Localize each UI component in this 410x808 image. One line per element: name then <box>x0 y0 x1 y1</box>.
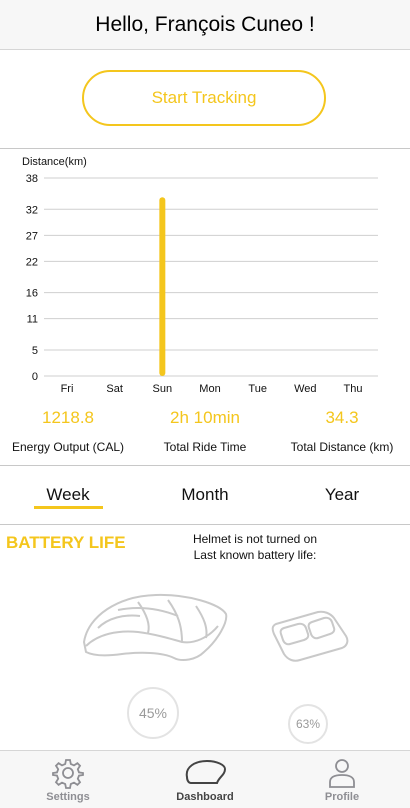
x-tick-label: Tue <box>248 383 267 395</box>
y-tick-label: 27 <box>26 230 38 242</box>
tab-profile-label: Profile <box>324 791 360 803</box>
y-tick-label: 16 <box>26 288 38 300</box>
tab-dashboard-label: Dashboard <box>176 791 234 803</box>
helmet-battery-percent: 45% <box>127 687 179 739</box>
total-ride-time-label: Total Ride Time <box>163 440 247 454</box>
app-header: Hello, François Cuneo ! <box>0 0 410 50</box>
selected-tab-indicator <box>34 506 103 509</box>
y-tick-label: 0 <box>32 371 38 383</box>
tab-week[interactable]: Week <box>46 485 89 505</box>
person-icon <box>329 759 355 788</box>
energy-output-value: 1218.8 <box>42 408 94 427</box>
greeting-title: Hello, François Cuneo ! <box>95 12 315 36</box>
total-distance-value: 34.3 <box>325 408 359 427</box>
divider <box>0 465 410 466</box>
y-axis-label: Distance(km) <box>22 156 87 168</box>
x-tick-label: Sat <box>106 383 123 395</box>
x-tick-label: Sun <box>153 383 173 395</box>
divider <box>0 524 410 525</box>
start-tracking-button[interactable]: Start Tracking <box>82 70 326 126</box>
tab-month[interactable]: Month <box>181 485 228 505</box>
remote-battery-percent: 63% <box>288 704 328 744</box>
bottom-tab-bar: Settings Dashboard Profile <box>0 750 410 808</box>
last-known-battery-text: Last known battery life: <box>193 548 317 562</box>
x-tick-label: Thu <box>344 383 363 395</box>
helmet-status-text: Helmet is not turned on <box>192 532 318 546</box>
distance-chart: Distance(km) 0 5 11 16 22 27 32 38 Fri Sat Sun Mon… <box>22 156 378 395</box>
total-ride-time-value: 2h 10min <box>170 408 240 427</box>
divider <box>0 148 410 149</box>
total-distance-label: Total Distance (km) <box>290 440 394 454</box>
tab-profile[interactable]: Profile <box>292 751 392 808</box>
x-tick-label: Mon <box>199 383 220 395</box>
battery-life-title: BATTERY LIFE <box>6 533 126 552</box>
tab-settings[interactable]: Settings <box>18 751 118 808</box>
remote-icon <box>271 610 349 662</box>
tab-settings-label: Settings <box>46 791 90 803</box>
y-tick-label: 32 <box>26 204 38 216</box>
x-tick-label: Fri <box>61 383 74 395</box>
tab-year[interactable]: Year <box>325 485 359 505</box>
y-tick-label: 5 <box>32 345 38 357</box>
tab-dashboard[interactable]: Dashboard <box>155 751 255 808</box>
y-tick-label: 22 <box>26 256 38 268</box>
y-tick-label: 38 <box>26 173 38 185</box>
battery-status-message: Helmet is not turned on Last known batte… <box>180 531 330 563</box>
gear-icon <box>52 759 84 789</box>
ride-stats: 1218.8 Energy Output (CAL) 2h 10min Tota… <box>0 400 410 465</box>
y-tick-label: 11 <box>27 314 38 326</box>
energy-output-label: Energy Output (CAL) <box>11 440 125 454</box>
period-tabs: Week Month Year <box>0 467 410 524</box>
bar-sun <box>159 197 166 376</box>
x-tick-label: Wed <box>294 383 316 395</box>
helmet-icon <box>83 593 228 661</box>
dashboard-icon <box>185 759 227 784</box>
